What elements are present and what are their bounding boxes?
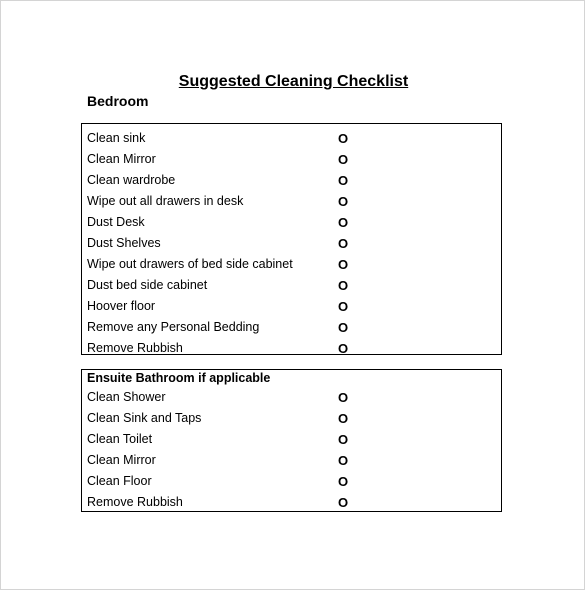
checklist-item-label: Dust bed side cabinet: [87, 278, 208, 292]
checklist-item: Dust bed side cabinet O: [82, 275, 501, 296]
checklist-item: Wipe out drawers of bed side cabinet O: [82, 254, 501, 275]
document-page: Suggested Cleaning Checklist Bedroom Cle…: [0, 0, 585, 590]
bedroom-checklist: Clean sink O Clean Mirror O Clean wardrobe O W…: [81, 123, 502, 356]
checklist-item: Clean Shower O: [82, 387, 501, 408]
checklist-item-label: Hoover floor: [87, 299, 156, 313]
checkbox-circle-icon[interactable]: O: [338, 149, 348, 170]
checkbox-circle-icon[interactable]: O: [338, 275, 348, 296]
bathroom-heading: Ensuite Bathroom if applicable: [87, 371, 271, 385]
checklist-item-label: Remove any Personal Bedding: [87, 320, 260, 334]
checklist-item-label: Clean Floor: [87, 474, 152, 488]
checklist-item-label: Wipe out drawers of bed side cabinet: [87, 257, 293, 271]
checklist-item: Dust Desk O: [82, 212, 501, 233]
checklist-item-label: Dust Shelves: [87, 236, 161, 250]
checkbox-circle-icon[interactable]: O: [338, 387, 348, 408]
checklist-item-label: Clean Toilet: [87, 432, 153, 446]
checklist-item: Dust Shelves O: [82, 233, 501, 254]
checkbox-circle-icon[interactable]: O: [338, 429, 348, 450]
checklist-item-label: Remove Rubbish: [87, 341, 183, 355]
checklist-item-label: Clean Mirror: [87, 453, 156, 467]
checklist-item: Wipe out all drawers in desk O: [82, 191, 501, 212]
checkbox-circle-icon[interactable]: O: [338, 408, 348, 429]
checkbox-circle-icon[interactable]: O: [338, 296, 348, 317]
checklist-item: Clean Mirror O: [82, 450, 501, 471]
checklist-item-label: Clean Sink and Taps: [87, 411, 202, 425]
checklist-item: Clean sink O: [82, 128, 501, 149]
checkbox-circle-icon[interactable]: O: [338, 128, 348, 149]
checkbox-circle-icon[interactable]: O: [338, 233, 348, 254]
checkbox-circle-icon[interactable]: O: [338, 191, 348, 212]
checklist-item-label: Clean sink: [87, 131, 146, 145]
checkbox-circle-icon[interactable]: O: [338, 471, 348, 492]
checklist-item-label: Remove Rubbish: [87, 495, 183, 509]
checklist-item-label: Clean Mirror: [87, 152, 156, 166]
checklist-item: Clean wardrobe O: [82, 170, 501, 191]
checklist-item-label: Clean Shower: [87, 390, 166, 404]
checklist-item: Hoover floor O: [82, 296, 501, 317]
checklist-item-label: Dust Desk: [87, 215, 145, 229]
checkbox-circle-icon[interactable]: O: [338, 212, 348, 233]
checklist-item-label: Wipe out all drawers in desk: [87, 194, 244, 208]
checkbox-circle-icon[interactable]: O: [338, 317, 348, 338]
bathroom-checklist: Ensuite Bathroom if applicable Clean Sho…: [81, 369, 502, 512]
checklist-item: Clean Sink and Taps O: [82, 408, 501, 429]
checkbox-circle-icon[interactable]: O: [338, 170, 348, 191]
checklist-item-label: Clean wardrobe: [87, 173, 176, 187]
checkbox-circle-icon[interactable]: O: [338, 492, 348, 513]
checklist-item: Clean Floor O: [82, 471, 501, 492]
checklist-item: Clean Toilet O: [82, 429, 501, 450]
checklist-item: Remove Rubbish O: [82, 338, 501, 359]
document-title: Suggested Cleaning Checklist: [178, 73, 409, 90]
checkbox-circle-icon[interactable]: O: [338, 338, 348, 359]
checkbox-circle-icon[interactable]: O: [338, 254, 348, 275]
checkbox-circle-icon[interactable]: O: [338, 450, 348, 471]
checklist-item: Clean Mirror O: [82, 149, 501, 170]
bedroom-heading: Bedroom: [87, 93, 149, 109]
checklist-item: Remove Rubbish O: [82, 492, 501, 513]
checklist-item: Remove any Personal Bedding O: [82, 317, 501, 338]
